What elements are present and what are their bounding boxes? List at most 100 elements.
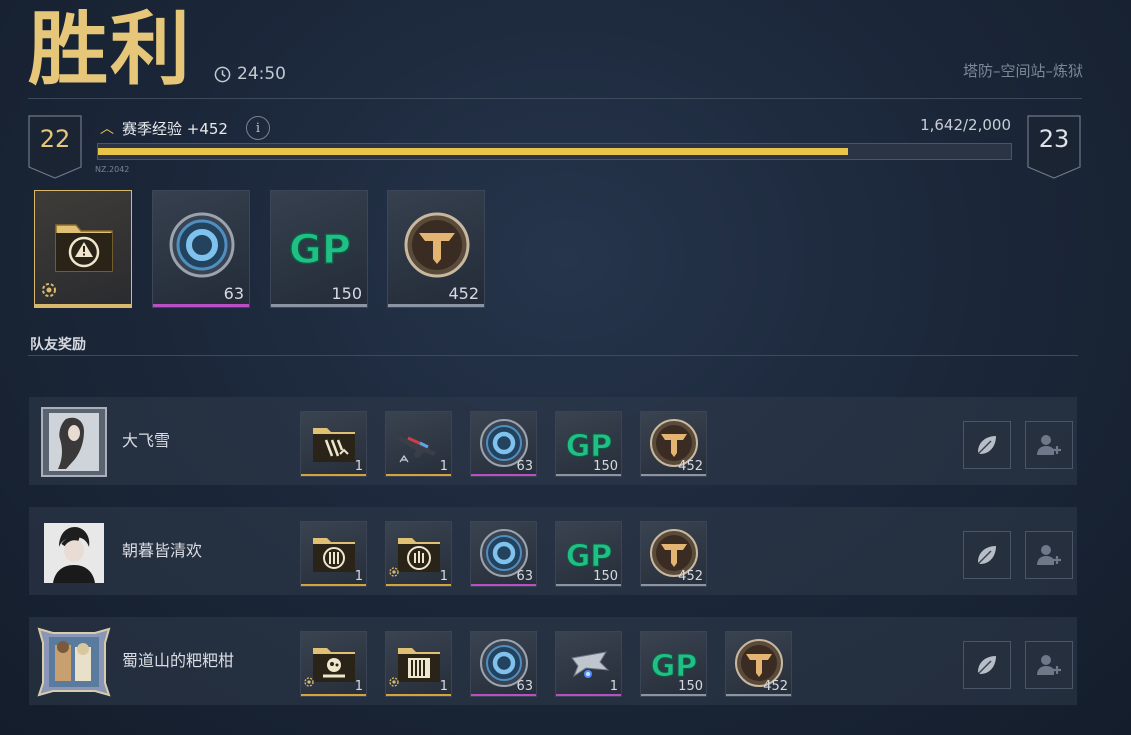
clock-icon xyxy=(214,66,231,82)
reward-card[interactable]: GP 150 xyxy=(270,190,368,308)
reward-count: 63 xyxy=(223,284,244,303)
reward-card[interactable]: 452 xyxy=(387,190,485,308)
teammate-row: 大飞雪 1 1 63 GP 150 452 xyxy=(29,397,1077,485)
item-count: 63 xyxy=(516,459,533,474)
like-button[interactable] xyxy=(963,641,1011,689)
rarity-bar xyxy=(386,694,451,696)
reward-item[interactable]: 452 xyxy=(640,521,707,587)
season-tag: NZ.2042 xyxy=(95,165,130,174)
item-count: 1 xyxy=(439,569,448,584)
season-xp-label: 赛季经验 +452 xyxy=(122,119,228,138)
gp-icon: GP xyxy=(288,226,352,274)
crate-icon xyxy=(313,538,355,572)
rarity-bar xyxy=(301,474,366,476)
leaf-icon xyxy=(978,546,996,564)
chevron-up-icon: ︿ xyxy=(100,121,114,137)
blue-medal-icon xyxy=(169,212,235,278)
rarity-bar xyxy=(471,474,536,476)
reward-item[interactable]: 1 xyxy=(300,521,367,587)
result-title: 胜利 xyxy=(28,3,192,96)
like-button[interactable] xyxy=(963,531,1011,579)
rarity-bar xyxy=(388,304,484,307)
reward-item[interactable]: 1 xyxy=(555,631,622,697)
reward-item[interactable]: 1 xyxy=(300,631,367,697)
reward-item[interactable]: 452 xyxy=(725,631,792,697)
rarity-bar xyxy=(301,694,366,696)
rarity-bar xyxy=(726,694,791,696)
crate-icon xyxy=(313,648,355,682)
reward-item[interactable]: 1 xyxy=(385,631,452,697)
info-icon[interactable]: i xyxy=(245,116,270,140)
current-level-badge: 22 xyxy=(28,115,82,179)
leaf-icon xyxy=(978,656,996,674)
item-count: 63 xyxy=(516,569,533,584)
player-name: 蜀道山的粑粑柑 xyxy=(122,651,235,670)
reward-item[interactable]: 1 xyxy=(300,411,367,477)
item-count: 1 xyxy=(439,459,448,474)
item-count: 1 xyxy=(609,679,618,694)
crate-icon xyxy=(313,428,355,462)
reward-card[interactable]: 63 xyxy=(152,190,250,308)
reward-item[interactable]: 63 xyxy=(470,521,537,587)
add-friend-button[interactable] xyxy=(1025,421,1073,469)
add-friend-icon xyxy=(1037,435,1061,455)
reward-item[interactable]: 452 xyxy=(640,411,707,477)
teammate-rewards-title: 队友奖励 xyxy=(30,337,86,353)
reward-item[interactable]: GP 150 xyxy=(640,631,707,697)
gold-emblem-icon xyxy=(404,212,470,278)
rarity-bar xyxy=(271,304,367,307)
leaf-icon xyxy=(978,436,996,454)
reward-item[interactable]: GP 150 xyxy=(555,521,622,587)
item-count: 1 xyxy=(354,679,363,694)
reward-item[interactable]: 63 xyxy=(470,631,537,697)
season-xp-progress-text: 1,642/2,000 xyxy=(920,116,1011,134)
avatar[interactable] xyxy=(41,517,107,587)
rarity-bar xyxy=(386,474,451,476)
player-name: 朝暮皆清欢 xyxy=(122,541,203,560)
drone-icon xyxy=(571,651,610,678)
avatar[interactable] xyxy=(41,407,107,477)
item-count: 452 xyxy=(763,679,788,694)
season-xp-bar xyxy=(97,143,1012,160)
crate-icon xyxy=(398,648,440,682)
rarity-bar xyxy=(386,584,451,586)
teammate-row: 朝暮皆清欢 1 1 63 GP 150 452 xyxy=(29,507,1077,595)
season-xp-header: ︿ 赛季经验 +452 i xyxy=(100,116,270,140)
item-count: 1 xyxy=(354,459,363,474)
season-xp-bar-fill xyxy=(98,148,848,155)
duration-text: 24:50 xyxy=(237,64,286,84)
rarity-bar xyxy=(641,694,706,696)
rarity-bar xyxy=(153,304,249,307)
gear-icon xyxy=(389,677,399,687)
rifle-icon xyxy=(398,436,436,463)
item-count: 452 xyxy=(678,569,703,584)
item-count: 1 xyxy=(354,569,363,584)
add-friend-icon xyxy=(1037,545,1061,565)
gear-icon xyxy=(389,567,399,577)
rarity-bar xyxy=(556,694,621,696)
reward-item[interactable]: 1 xyxy=(385,411,452,477)
reward-card[interactable] xyxy=(34,190,132,308)
header-divider xyxy=(28,98,1082,99)
next-level-text: 23 xyxy=(1038,125,1070,153)
item-count: 150 xyxy=(678,679,703,694)
game-mode-label: 塔防–空间站–炼狱 xyxy=(962,62,1083,80)
rarity-bar xyxy=(471,584,536,586)
reward-item[interactable]: 63 xyxy=(470,411,537,477)
rarity-bar xyxy=(641,584,706,586)
add-friend-button[interactable] xyxy=(1025,641,1073,689)
match-duration: 24:50 xyxy=(214,64,286,84)
reward-item[interactable]: 1 xyxy=(385,521,452,587)
rarity-bar xyxy=(556,474,621,476)
add-friend-icon xyxy=(1037,655,1061,675)
like-button[interactable] xyxy=(963,421,1011,469)
rarity-bar xyxy=(471,694,536,696)
reward-item[interactable]: GP 150 xyxy=(555,411,622,477)
next-level-badge: 23 xyxy=(1027,115,1081,179)
avatar[interactable] xyxy=(35,623,113,699)
add-friend-button[interactable] xyxy=(1025,531,1073,579)
item-count: 1 xyxy=(439,679,448,694)
teammate-row: 蜀道山的粑粑柑 1 1 63 1 GP 150 452 xyxy=(29,617,1077,705)
rarity-bar xyxy=(35,304,131,307)
crate-icon xyxy=(398,538,440,572)
